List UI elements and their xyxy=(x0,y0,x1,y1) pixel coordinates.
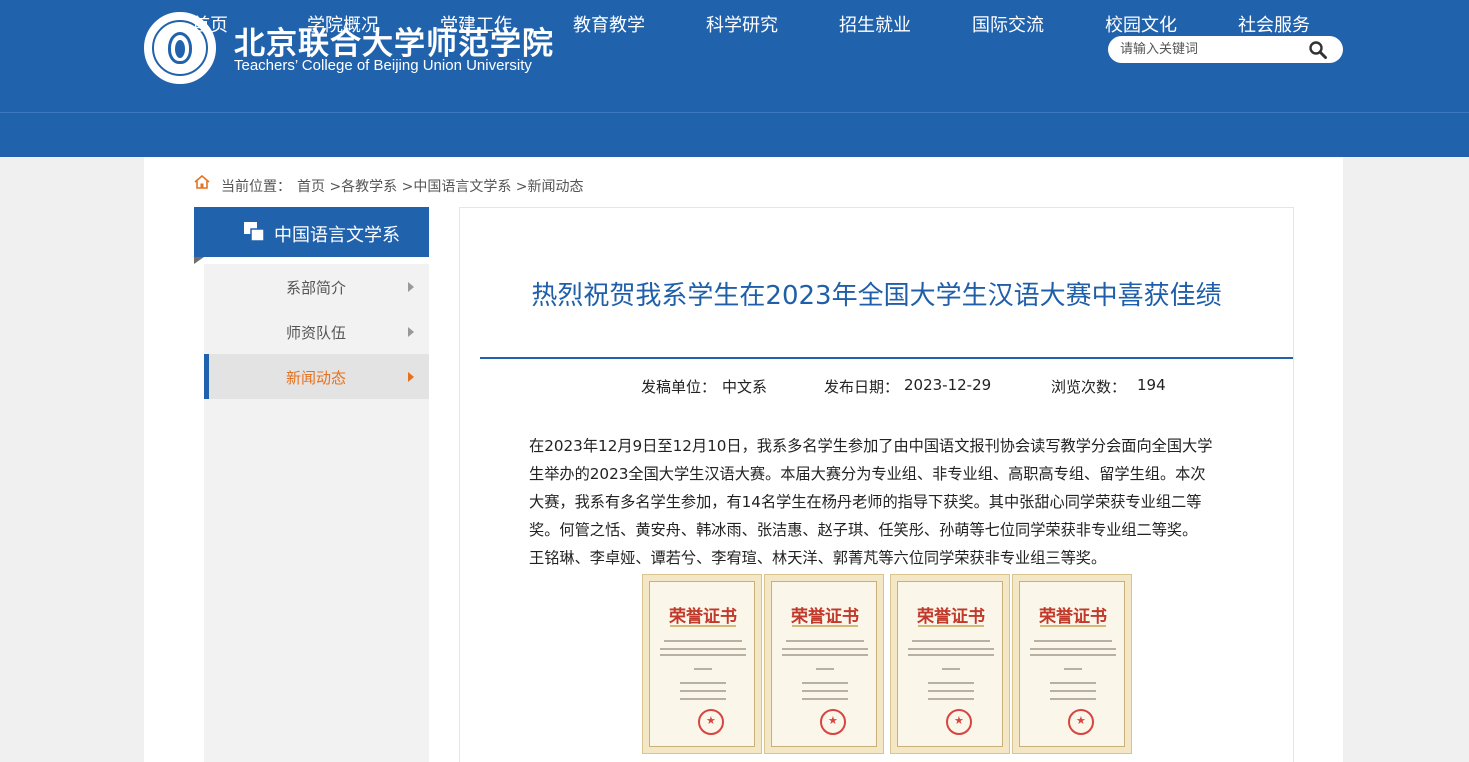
sidebar-fold-decoration xyxy=(194,257,204,264)
nav-item-education[interactable]: 教育教学 xyxy=(573,11,645,37)
sidebar-item-label: 师资队伍 xyxy=(286,324,347,342)
certificate-image: 荣誉证书 xyxy=(642,574,762,754)
seal-icon xyxy=(946,709,972,735)
main-nav xyxy=(0,112,1469,157)
meta-unit: 中文系 xyxy=(722,378,768,396)
site-subtitle: Teachers’ College of Beijing Union Unive… xyxy=(234,57,532,74)
article-line: 在2023年12月9日至12月10日，我系多名学生参加了由中国语文报刊协会读写教… xyxy=(529,437,1213,455)
meta-views-label: 浏览次数： xyxy=(1051,378,1127,396)
chevron-right-icon xyxy=(408,327,414,337)
document-stack-icon xyxy=(244,222,265,242)
certificate-image: 荣誉证书 xyxy=(1012,574,1132,754)
search-input[interactable] xyxy=(1120,40,1300,59)
sidebar-item-label: 新闻动态 xyxy=(286,369,347,387)
seal-icon xyxy=(1068,709,1094,735)
title-divider xyxy=(480,357,1293,359)
home-icon xyxy=(194,175,210,189)
certificate-heading: 荣誉证书 xyxy=(1039,607,1107,627)
chevron-right-icon xyxy=(408,372,414,382)
nav-item-campus[interactable]: 校园文化 xyxy=(1105,11,1177,37)
nav-item-about[interactable]: 学院概况 xyxy=(307,11,379,37)
search-icon[interactable] xyxy=(1308,40,1328,60)
meta-date: 2023-12-29 xyxy=(904,376,992,394)
meta-date-label: 发布日期： xyxy=(824,378,900,396)
article-title: 热烈祝贺我系学生在2023年全国大学生汉语大赛中喜获佳绩 xyxy=(531,281,1222,311)
breadcrumb[interactable]: 首页 >各教学系 >中国语言文学系 >新闻动态 xyxy=(297,176,584,196)
meta-unit-label: 发稿单位： xyxy=(641,378,717,396)
breadcrumb-label: 当前位置： xyxy=(221,179,291,195)
sidebar-item-faculty[interactable]: 师资队伍 xyxy=(204,309,429,354)
sidebar-item-label: 系部简介 xyxy=(286,279,347,297)
article-line: 王铭琳、李卓娅、谭若兮、李宥瑄、林天洋、郭菁芃等六位同学荣获非专业组三等奖。 xyxy=(529,549,1107,567)
certificate-image: 荣誉证书 xyxy=(764,574,884,754)
sidebar-item-intro[interactable]: 系部简介 xyxy=(204,264,429,309)
nav-item-international[interactable]: 国际交流 xyxy=(972,11,1044,37)
article-line: 大赛，我系有多名学生参加，有14名学生在杨丹老师的指导下获奖。其中张甜心同学荣获… xyxy=(529,493,1202,511)
meta-views: 194 xyxy=(1137,376,1166,394)
seal-icon xyxy=(820,709,846,735)
nav-item-research[interactable]: 科学研究 xyxy=(706,11,778,37)
article-line: 奖。何管之恬、黄安舟、韩冰雨、张洁惠、赵子琪、任笑彤、孙萌等七位同学荣获非专业组… xyxy=(529,521,1198,539)
certificate-heading: 荣誉证书 xyxy=(669,607,737,627)
certificate-heading: 荣誉证书 xyxy=(917,607,985,627)
chevron-right-icon xyxy=(408,282,414,292)
certificate-heading: 荣誉证书 xyxy=(791,607,859,627)
nav-item-home[interactable]: 首页 xyxy=(192,11,228,37)
sidebar-item-news[interactable]: 新闻动态 xyxy=(204,354,429,399)
nav-item-party[interactable]: 党建工作 xyxy=(440,11,512,37)
nav-item-service[interactable]: 社会服务 xyxy=(1238,11,1310,37)
article-line: 生举办的2023全国大学生汉语大赛。本届大赛分为专业组、非专业组、高职高专组、留… xyxy=(529,465,1206,483)
certificate-image: 荣誉证书 xyxy=(890,574,1010,754)
sidebar-title: 中国语言文学系 xyxy=(274,225,400,246)
seal-icon xyxy=(698,709,724,735)
nav-item-admissions[interactable]: 招生就业 xyxy=(839,11,911,37)
article-body: 在2023年12月9日至12月10日，我系多名学生参加了由中国语文报刊协会读写教… xyxy=(529,432,1249,572)
